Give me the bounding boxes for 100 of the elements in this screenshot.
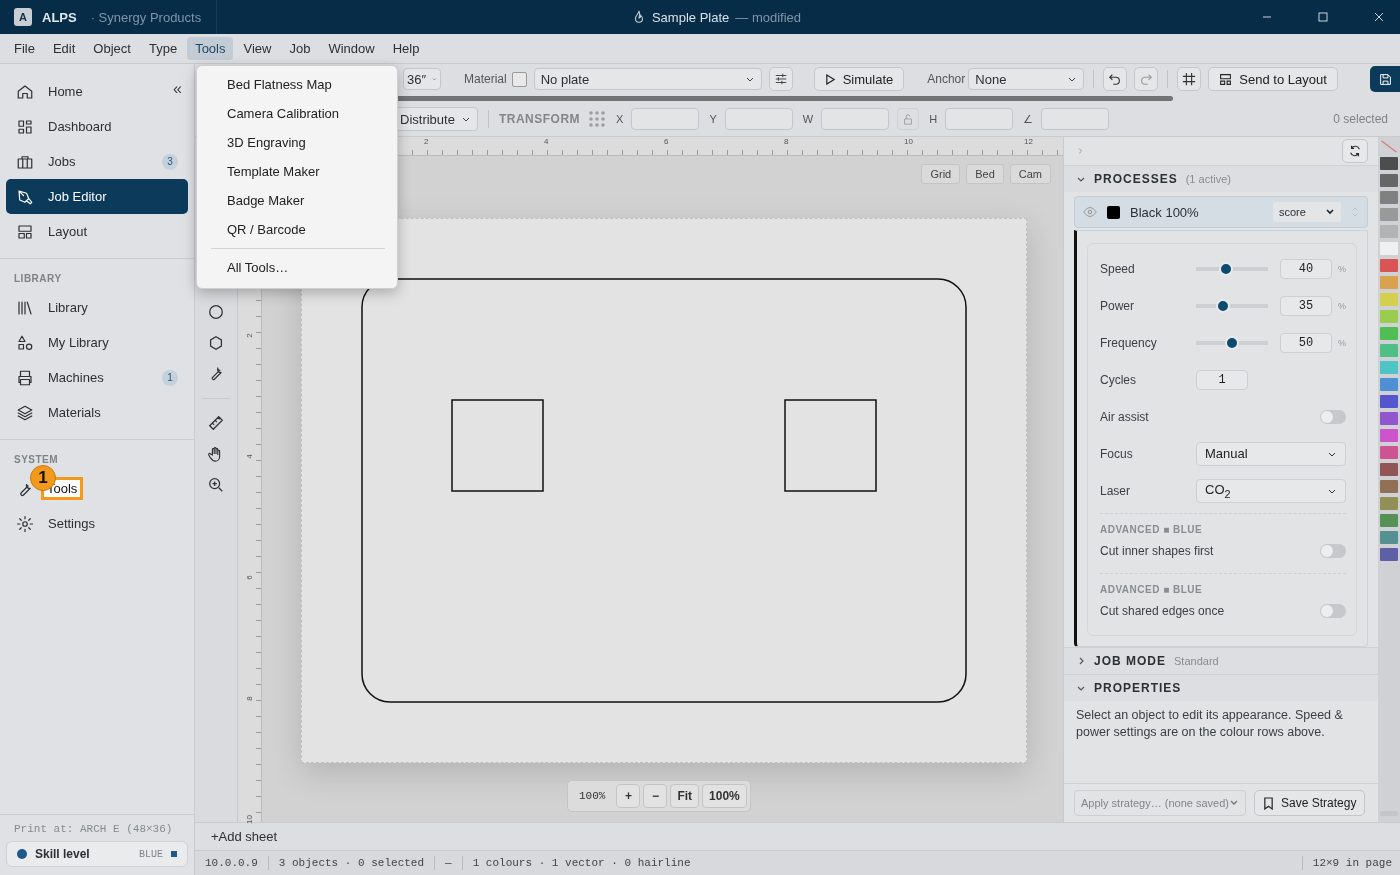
nav-item[interactable]: Job Editor (6, 179, 188, 214)
menu-option[interactable]: Template Maker (197, 157, 397, 186)
material-select[interactable]: No plate (533, 68, 762, 90)
nav-item[interactable]: Library (6, 290, 188, 325)
menu-option[interactable]: Badge Maker (197, 186, 397, 215)
zoom-in-icon[interactable] (207, 476, 225, 494)
menu-item[interactable]: Help (384, 37, 428, 60)
slider-thumb[interactable] (1219, 261, 1234, 276)
nav-item[interactable]: Layout (6, 214, 188, 249)
color-swatch[interactable] (1380, 548, 1398, 561)
select-field[interactable]: CO$_{2}$ (1196, 478, 1346, 503)
toggle-switch[interactable] (1320, 544, 1346, 558)
input-field[interactable]: 35 (1280, 295, 1332, 316)
zoom-button[interactable]: − (643, 784, 668, 808)
input-field[interactable] (821, 108, 890, 130)
collapse-button[interactable]: « (173, 80, 182, 98)
size-select[interactable]: 36″ (403, 68, 441, 90)
view-toggle[interactable]: Grid (921, 164, 961, 184)
color-swatch[interactable] (1380, 480, 1398, 493)
send-to-layout-button[interactable]: Send to Layout (1208, 67, 1338, 91)
color-swatch[interactable] (1380, 174, 1398, 187)
color-swatch[interactable] (1380, 378, 1398, 391)
menu-item[interactable]: Tools (187, 37, 234, 60)
menu-item[interactable]: Object (85, 37, 139, 60)
nav-item[interactable]: My Library (6, 325, 188, 360)
ruler-icon[interactable] (207, 414, 225, 432)
input-field[interactable]: 40 (1280, 258, 1332, 279)
color-swatch[interactable] (1380, 497, 1398, 510)
color-swatch[interactable] (1380, 225, 1398, 238)
input-field[interactable] (1041, 108, 1110, 130)
menu-option[interactable]: QR / Barcode (197, 215, 397, 244)
simulate-button[interactable]: Simulate (813, 67, 905, 91)
color-swatch[interactable] (1380, 242, 1398, 255)
add-sheet-button[interactable]: +Add sheet (211, 829, 278, 844)
color-swatch[interactable] (1380, 276, 1398, 289)
zoom-button[interactable]: 100% (702, 784, 747, 808)
color-swatch[interactable] (1380, 259, 1398, 272)
eye-icon[interactable] (1083, 205, 1097, 219)
color-swatch[interactable] (1380, 446, 1398, 459)
process-row[interactable]: Black 100% score (1074, 196, 1368, 228)
color-swatch[interactable] (1380, 463, 1398, 476)
color-swatch[interactable] (1380, 327, 1398, 340)
view-toggle[interactable]: Bed (966, 164, 1004, 184)
reorder-icon[interactable] (1351, 205, 1359, 219)
nav-item[interactable]: Settings (6, 506, 188, 541)
color-swatch[interactable] (1380, 157, 1398, 170)
input-field[interactable] (724, 108, 793, 130)
nav-item[interactable]: Dashboard (6, 109, 188, 144)
menu-item[interactable]: File (6, 37, 43, 60)
toggle-switch[interactable] (1320, 409, 1346, 424)
nav-item[interactable]: Jobs 3 (6, 144, 188, 179)
nav-item[interactable]: Machines 1 (6, 360, 188, 395)
menu-item[interactable]: Window (320, 37, 383, 60)
color-swatch[interactable] (1380, 293, 1398, 306)
save-button[interactable] (1370, 66, 1400, 92)
anchor-select[interactable]: None (968, 68, 1085, 90)
menu-option[interactable]: 3D Engraving (197, 128, 397, 157)
skill-level-button[interactable]: Skill level BLUE (6, 841, 188, 867)
color-swatch[interactable] (1380, 531, 1398, 544)
no-color-swatch[interactable] (1380, 140, 1398, 153)
lock-icon[interactable] (897, 108, 920, 130)
menu-item[interactable]: Edit (44, 37, 84, 60)
input-field[interactable] (945, 108, 1014, 130)
material-swatch[interactable] (511, 71, 527, 87)
color-swatch[interactable] (1380, 344, 1398, 357)
color-swatch[interactable] (1380, 208, 1398, 221)
color-swatch[interactable] (1380, 395, 1398, 408)
color-swatch[interactable] (1380, 429, 1398, 442)
menu-item[interactable]: View (235, 37, 280, 60)
anchor-grid-icon[interactable] (588, 110, 607, 128)
sliders-icon[interactable] (768, 67, 793, 91)
menu-option[interactable]: Bed Flatness Map (197, 70, 397, 99)
menu-item[interactable]: Job (281, 37, 319, 60)
nav-item[interactable]: Materials (6, 395, 188, 430)
color-swatch[interactable] (1380, 412, 1398, 425)
toggle-switch[interactable] (1320, 604, 1346, 618)
zoom-button[interactable]: + (616, 784, 641, 808)
input-field[interactable] (631, 108, 700, 130)
scrollbar[interactable] (195, 94, 1400, 102)
input-field[interactable]: 1 (1196, 369, 1248, 390)
mode-select[interactable]: score (1273, 202, 1341, 222)
grid-icon[interactable] (1177, 67, 1202, 91)
view-toggle[interactable]: Cam (1009, 164, 1051, 184)
menu-option[interactable]: All Tools… (197, 253, 397, 282)
slider-thumb[interactable] (1225, 335, 1239, 350)
menu-item[interactable]: Type (140, 37, 186, 60)
select-field[interactable]: Manual (1196, 441, 1346, 466)
save-strategy-button[interactable]: Save Strategy (1254, 790, 1366, 816)
input-field[interactable]: 50 (1280, 332, 1332, 353)
zoom-button[interactable]: Fit (670, 784, 700, 808)
hexagon-icon[interactable] (207, 334, 225, 352)
color-swatch[interactable] (1380, 310, 1398, 323)
refresh-button[interactable] (1342, 139, 1368, 163)
color-swatch[interactable] (1380, 191, 1398, 204)
color-swatch[interactable] (1380, 514, 1398, 527)
redo-icon[interactable] (1134, 67, 1159, 91)
undo-icon[interactable] (1103, 67, 1128, 91)
color-swatch[interactable] (1380, 361, 1398, 374)
slider-thumb[interactable] (1216, 298, 1231, 313)
circle-icon[interactable] (207, 303, 225, 321)
